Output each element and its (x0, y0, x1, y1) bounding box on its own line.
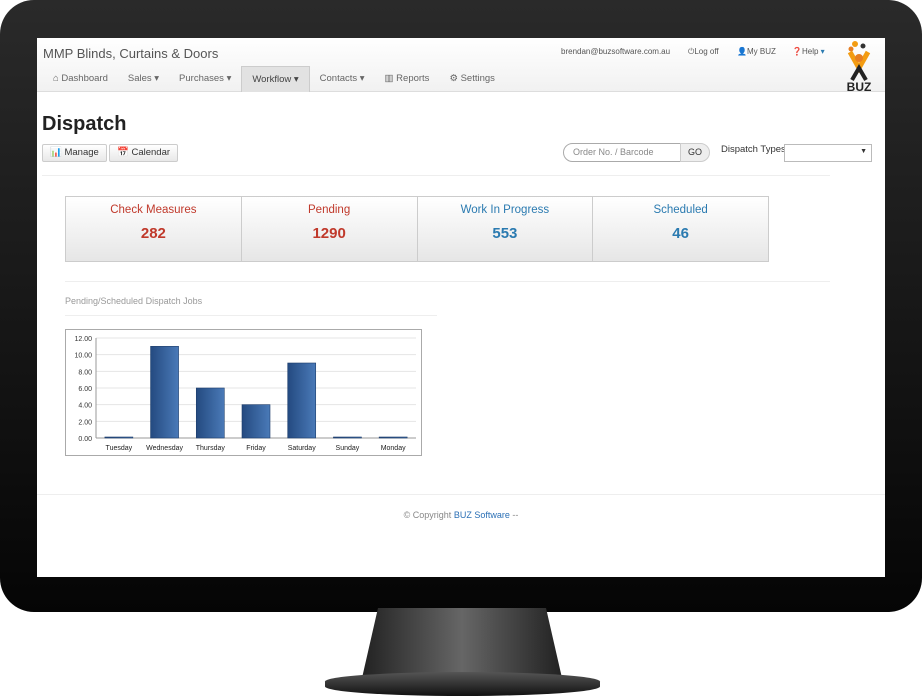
order-search-input[interactable]: Order No. / Barcode (563, 143, 681, 162)
user-email[interactable]: brendan@buzsoftware.com.au (561, 47, 670, 56)
nav-item[interactable]: Sales ▾ (118, 66, 169, 92)
mybuz-link[interactable]: 👤My BUZ (737, 47, 776, 56)
stat-card[interactable]: Scheduled 46 (593, 197, 768, 261)
bar (104, 436, 134, 439)
buz-logo[interactable]: BUZ (842, 40, 876, 92)
dispatch-types-label: Dispatch Types (721, 144, 786, 155)
stat-label: Scheduled (653, 204, 708, 216)
screen: MMP Blinds, Curtains & Doors ⌂ Dashboard… (37, 38, 885, 577)
brand-title[interactable]: MMP Blinds, Curtains & Doors (43, 46, 218, 61)
divider (65, 315, 437, 316)
stat-label: Check Measures (110, 204, 197, 216)
nav-item[interactable]: Contacts ▾ (310, 66, 375, 92)
main-nav: ⌂ Dashboard Sales ▾ Purchases ▾ Workflow ▾ C… (43, 66, 505, 92)
stat-value: 46 (672, 225, 689, 242)
monitor-base (325, 672, 600, 696)
stat-value: 553 (492, 225, 518, 242)
header: MMP Blinds, Curtains & Doors ⌂ Dashboard… (37, 38, 885, 92)
x-tick-label: Tuesday (106, 445, 133, 452)
stat-label: Pending (308, 204, 351, 216)
stat-card[interactable]: Work In Progress 553 (417, 197, 594, 261)
nav-item[interactable]: ⌂ Dashboard (43, 66, 118, 92)
chart-icon: 📊 (50, 147, 62, 158)
calendar-icon: 📅 (117, 147, 129, 158)
y-tick-label: 10.00 (74, 353, 92, 360)
go-button[interactable]: GO (680, 143, 710, 162)
buz-software-link[interactable]: BUZ Software (454, 510, 510, 520)
cogs-icon: ⚙ (449, 73, 461, 84)
user-icon: 👤 (737, 47, 747, 56)
question-icon: ❓ (792, 47, 802, 56)
stat-value: 282 (140, 225, 166, 242)
x-tick-label: Sunday (336, 445, 360, 452)
divider (65, 281, 830, 282)
bar (150, 346, 179, 439)
stat-card[interactable]: Pending 1290 (241, 197, 418, 261)
y-tick-label: 4.00 (78, 403, 92, 410)
bar (195, 387, 225, 439)
y-tick-label: 8.00 (78, 369, 92, 376)
logoff-link[interactable]: ⏻Log off (688, 47, 719, 57)
chart-title: Pending/Scheduled Dispatch Jobs (65, 296, 203, 306)
manage-button[interactable]: 📊 Manage (42, 144, 107, 162)
monitor-stand (362, 608, 562, 678)
nav-item[interactable]: ⚙ Settings (439, 66, 504, 92)
y-tick-label: 0.00 (78, 436, 92, 443)
bar (241, 404, 271, 439)
footer-divider (37, 494, 885, 495)
x-tick-label: Saturday (288, 445, 317, 452)
bar (287, 362, 317, 439)
divider (42, 175, 830, 176)
calendar-button[interactable]: 📅 Calendar (109, 144, 179, 162)
y-tick-label: 12.00 (74, 336, 92, 343)
x-tick-label: Wednesday (146, 445, 183, 452)
stats-panel: Check Measures 282 Pending 1290 Work In Prog… (65, 196, 769, 262)
bar-chart-icon: ▥ (384, 73, 397, 84)
page-title: Dispatch (42, 113, 127, 135)
stat-value: 1290 (312, 225, 346, 242)
dispatch-chart: 0.00 2.00 4.00 6.00 8.00 10.00 12.00 Tuesday Wed… (65, 329, 422, 456)
nav-item[interactable]: Purchases ▾ (169, 66, 241, 92)
y-tick-label: 2.00 (78, 419, 92, 426)
nav-item[interactable]: Workflow ▾ (241, 66, 310, 92)
x-tick-label: Thursday (196, 445, 226, 452)
bar (333, 436, 362, 439)
copyright: © Copyright BUZ Software -- (403, 510, 519, 520)
bar (378, 436, 408, 439)
nav-item[interactable]: ▥ Reports (375, 66, 440, 92)
x-tick-label: Friday (246, 445, 266, 452)
help-menu[interactable]: ❓Help ▾ (792, 47, 825, 56)
stat-card[interactable]: Check Measures 282 (66, 197, 242, 261)
caret-down-icon: ▼ (860, 148, 867, 155)
stat-label: Work In Progress (460, 204, 550, 216)
dispatch-types-select[interactable]: ▼ (784, 144, 872, 162)
svg-text:BUZ: BUZ (847, 80, 872, 92)
y-tick-label: 6.00 (78, 386, 92, 393)
x-tick-label: Monday (381, 445, 406, 452)
